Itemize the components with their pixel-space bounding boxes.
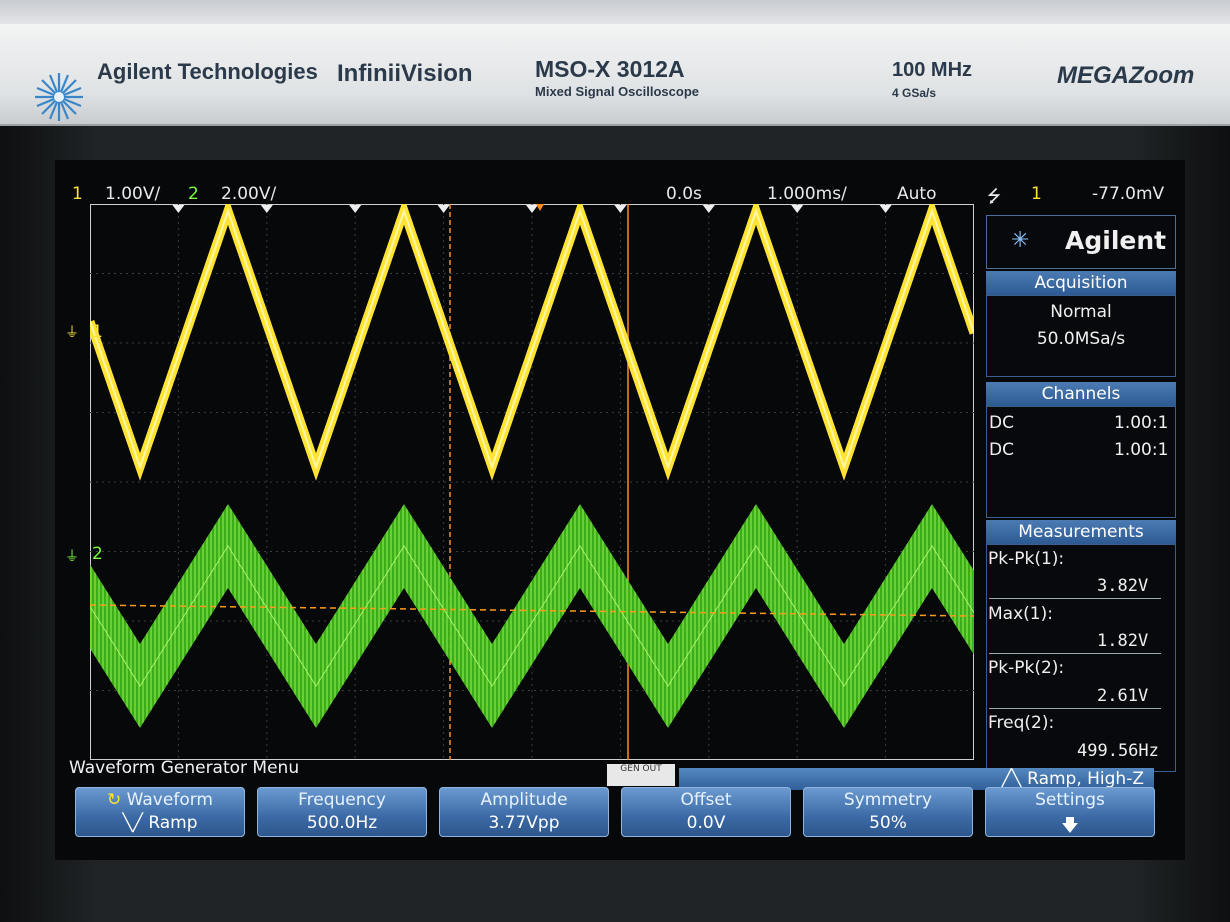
acquisition-header[interactable]: Acquisition [986, 271, 1176, 295]
channels-box: DC 1.00:1 DC 1.00:1 [986, 406, 1176, 518]
ch2-ground-marker[interactable]: 2 [92, 544, 103, 564]
megazoom-logo: MEGAZoom [1057, 62, 1195, 89]
time-scale[interactable]: 1.000ms/ [767, 184, 847, 204]
sample-rate-label: 4 GSa/s [892, 86, 937, 100]
ch1-scale[interactable]: 1.00V/ [105, 184, 160, 204]
model-description: Mixed Signal Oscilloscope [535, 84, 699, 99]
bandwidth-label: 100 MHz [892, 59, 973, 81]
trigger-edge-icon: ⭍ [987, 187, 1002, 207]
softkey-symmetry[interactable]: Symmetry 50% [803, 787, 973, 837]
softkey-waveform[interactable]: ↻ Waveform ╲╱ Ramp [75, 787, 245, 837]
ramp-icon: ╲╱ [122, 813, 149, 833]
softkey-frequency-value: 500.0Hz [306, 813, 378, 833]
softkey-offset[interactable]: Offset 0.0V [621, 787, 791, 837]
ch2-number[interactable]: 2 [188, 184, 199, 204]
softkey-offset-label: Offset [680, 790, 732, 810]
meas-1-value: 3.82V [1097, 576, 1149, 596]
side-logo: Agilent [1065, 226, 1167, 255]
meas-divider [989, 598, 1161, 599]
softkey-frequency-label: Frequency [298, 790, 386, 810]
trigger-mode[interactable]: Auto [897, 184, 936, 204]
meas-1-label: Pk-Pk(1): [988, 549, 1065, 569]
meas-3-label: Pk-Pk(2): [988, 658, 1065, 678]
measurements-box: Pk-Pk(1): 3.82V Max(1): 1.82V Pk-Pk(2): … [986, 544, 1176, 772]
time-offset[interactable]: 0.0s [666, 184, 702, 204]
softkey-amplitude-value: 3.77Vpp [488, 813, 560, 833]
ch2-scale[interactable]: 2.00V/ [221, 184, 276, 204]
agilent-logo-box: ✳ Agilent [986, 215, 1176, 269]
ramp-icon: ╱╲ [1001, 769, 1028, 789]
meas-divider [989, 708, 1161, 709]
acquisition-mode: Normal [1050, 302, 1112, 322]
rotate-knob-icon: ↻ [107, 790, 127, 810]
softkey-amplitude-label: Amplitude [480, 790, 568, 810]
ch1-ground-icon: ⏚ [65, 325, 79, 341]
ch1-probe: 1.00:1 [1114, 413, 1169, 433]
softkey-waveform-value: Ramp [148, 813, 198, 833]
brand-bar: Agilent Technologies InfiniiVision MSO-X… [0, 24, 1230, 126]
agilent-spark-icon [35, 73, 83, 121]
gen-out-indicator: GEN OUT [607, 764, 675, 786]
trigger-level[interactable]: -77.0mV [1092, 184, 1164, 204]
softkey-symmetry-label: Symmetry [843, 790, 933, 810]
ch2-ground-icon: ⏚ [65, 549, 79, 565]
softkey-symmetry-value: 50% [869, 813, 907, 833]
model-number: MSO-X 3012A [535, 56, 685, 82]
graticule [90, 204, 974, 760]
meas-2-value: 1.82V [1097, 631, 1149, 651]
ch1-coupling: DC [989, 413, 1014, 433]
measurements-header[interactable]: Measurements [986, 520, 1176, 544]
ch1-ground-marker[interactable]: 1 [92, 322, 103, 342]
ch1-number[interactable]: 1 [72, 184, 83, 204]
acquisition-box: Normal 50.0MSa/s [986, 295, 1176, 377]
softkey-waveform-label: Waveform [126, 790, 213, 810]
ch2-probe: 1.00:1 [1114, 440, 1169, 460]
softkey-settings[interactable]: Settings 🡇 [985, 787, 1155, 837]
softkey-amplitude[interactable]: Amplitude 3.77Vpp [439, 787, 609, 837]
acquisition-rate: 50.0MSa/s [1036, 329, 1126, 349]
side-panel: ✳ Agilent Acquisition Normal 50.0MSa/s C… [986, 215, 1179, 772]
brand-name: Agilent Technologies [97, 59, 318, 84]
submenu-arrow-icon: 🡇 [1061, 816, 1079, 836]
meas-4-value: 499.56Hz [1077, 741, 1159, 761]
waveform-summary: Ramp, High-Z [1027, 769, 1144, 789]
meas-3-value: 2.61V [1097, 686, 1149, 706]
softkey-frequency[interactable]: Frequency 500.0Hz [257, 787, 427, 837]
softkey-settings-label: Settings [1035, 790, 1105, 810]
meas-divider [989, 653, 1161, 654]
channels-header[interactable]: Channels [986, 382, 1176, 406]
ch2-coupling: DC [989, 440, 1014, 460]
menu-title: Waveform Generator Menu [69, 758, 300, 778]
softkey-offset-value: 0.0V [686, 813, 726, 833]
meas-2-label: Max(1): [988, 604, 1053, 624]
bezel-top [0, 0, 1230, 24]
trigger-source[interactable]: 1 [1031, 184, 1042, 204]
spark-icon: ✳ [1011, 228, 1030, 253]
meas-4-label: Freq(2): [988, 713, 1055, 733]
scope-screen: 1 1.00V/ 2 2.00V/ 0.0s 1.000ms/ Auto ⭍ 1… [55, 160, 1185, 860]
product-line: InfiniiVision [337, 60, 473, 87]
